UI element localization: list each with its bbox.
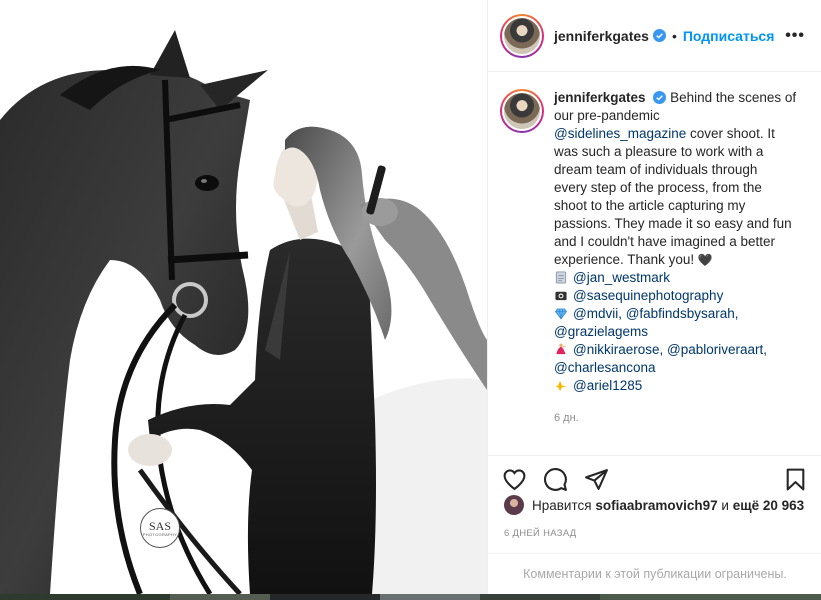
verified-badge-icon <box>652 29 666 42</box>
comments-limited-notice: Комментарии к этой публикации ограничены… <box>488 553 821 594</box>
bookmark-icon[interactable] <box>783 467 808 492</box>
share-icon[interactable] <box>584 467 609 492</box>
mention-link[interactable]: @charlesancona <box>554 360 656 375</box>
caption-avatar[interactable] <box>500 89 544 133</box>
watermark-subtext: PHOTOGRAPHY <box>142 531 178 537</box>
liker-avatar[interactable] <box>504 495 524 515</box>
caption-line: our pre-pandemic <box>554 108 660 123</box>
likes-prefix: Нравится <box>532 497 596 513</box>
like-heart-icon[interactable] <box>502 467 527 492</box>
mention-link[interactable]: @ariel1285 <box>573 378 642 393</box>
mention-link[interactable]: @sasequinephotography <box>573 288 723 303</box>
camera-icon <box>555 291 567 301</box>
likes-count[interactable]: ещё 20 963 <box>733 498 804 513</box>
post-date[interactable]: 6 ДНЕЙ НАЗАД <box>504 528 577 539</box>
caption-line: and I couldn't have imagined a better <box>554 234 775 249</box>
gem-icon <box>555 308 567 320</box>
mention-link[interactable]: @mdvii, @fabfindsbysarah, <box>573 306 738 321</box>
mention-link[interactable]: @sidelines_magazine <box>554 126 686 141</box>
mention-link[interactable]: @jan_westmark <box>573 270 670 285</box>
author-avatar[interactable] <box>500 13 544 58</box>
caption-line: was such a pleasure to work with a <box>554 144 764 159</box>
post-header: jenniferkgates • Подписаться ••• <box>488 0 821 72</box>
caption-line: Behind the scenes of <box>670 90 797 105</box>
mention-link[interactable]: @nikkiraerose, @pabloriveraart, <box>573 342 767 357</box>
verified-badge-icon <box>653 91 667 104</box>
author-username[interactable]: jenniferkgates <box>554 28 649 44</box>
bottom-thumbnail-strip <box>0 594 821 600</box>
comment-icon[interactable] <box>543 467 568 492</box>
photo-illustration <box>0 0 487 594</box>
likes-summary: Нравится sofiaabramovich97 и ещё 20 963 <box>504 495 804 515</box>
caption-line: cover shoot. It <box>686 126 775 141</box>
caption-line: shoot to the article capturing my <box>554 198 746 213</box>
caption-area: jenniferkgates Behind the scenes of our … <box>488 73 821 445</box>
caption-line: passions. They made it so easy and fun <box>554 216 792 231</box>
photographer-watermark: SAS PHOTOGRAPHY <box>140 508 180 548</box>
liker-username[interactable]: sofiaabramovich97 <box>595 498 717 513</box>
mention-link[interactable]: @grazielagems <box>554 324 648 339</box>
caption-line: experience. Thank you! <box>554 252 698 267</box>
follow-button[interactable]: Подписаться <box>683 28 775 44</box>
post-photo[interactable]: SAS PHOTOGRAPHY <box>0 0 487 594</box>
header-separator: • <box>671 27 677 44</box>
dancer-icon <box>556 343 566 355</box>
caption-line: dream team of individuals through <box>554 162 758 177</box>
sparkle-icon <box>555 380 567 392</box>
caption-text: jenniferkgates Behind the scenes of our … <box>554 89 808 427</box>
more-options-icon[interactable]: ••• <box>785 27 805 45</box>
caption-line: every step of the process, from the <box>554 180 762 195</box>
caption-username[interactable]: jenniferkgates <box>554 90 646 105</box>
watermark-text: SAS <box>148 518 171 533</box>
caption-timestamp[interactable]: 6 дн. <box>554 409 808 427</box>
post-sidebar: jenniferkgates • Подписаться ••• jennife… <box>487 0 821 594</box>
likes-conjunction: и <box>717 497 733 513</box>
black-heart-icon: 🖤 <box>697 253 713 267</box>
action-bar <box>488 455 821 495</box>
page-icon <box>555 271 567 284</box>
